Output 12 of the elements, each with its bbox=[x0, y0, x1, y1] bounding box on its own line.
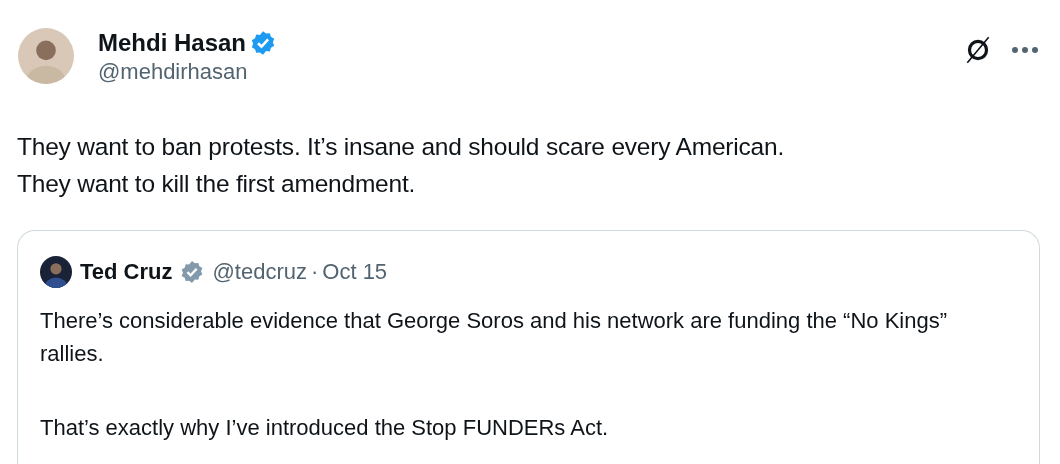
quoted-tweet-text: There’s considerable evidence that George Soros and his network are funding the “No Kings” rallies. bbox=[40, 307, 948, 368]
author-handle[interactable]: @mehdirhasan bbox=[98, 58, 962, 86]
quoted-author-name: Ted Cruz bbox=[80, 258, 173, 286]
author-name[interactable]: Mehdi Hasan bbox=[98, 28, 247, 58]
quoted-author-handle: @tedcruz bbox=[212, 258, 307, 286]
avatar[interactable] bbox=[40, 255, 72, 288]
separator-dot: · bbox=[310, 258, 319, 286]
tweet-text: They want to kill the first amendment. bbox=[17, 169, 417, 199]
tweet-text: They want to ban protests. It’s insane and should scare every American. bbox=[17, 132, 786, 162]
more-icon[interactable] bbox=[1010, 45, 1040, 55]
quoted-tweet-text: That’s exactly why I’ve introduced the Stop FUNDERs Act. bbox=[40, 414, 610, 442]
tweet-date: Oct 15 bbox=[322, 258, 388, 286]
